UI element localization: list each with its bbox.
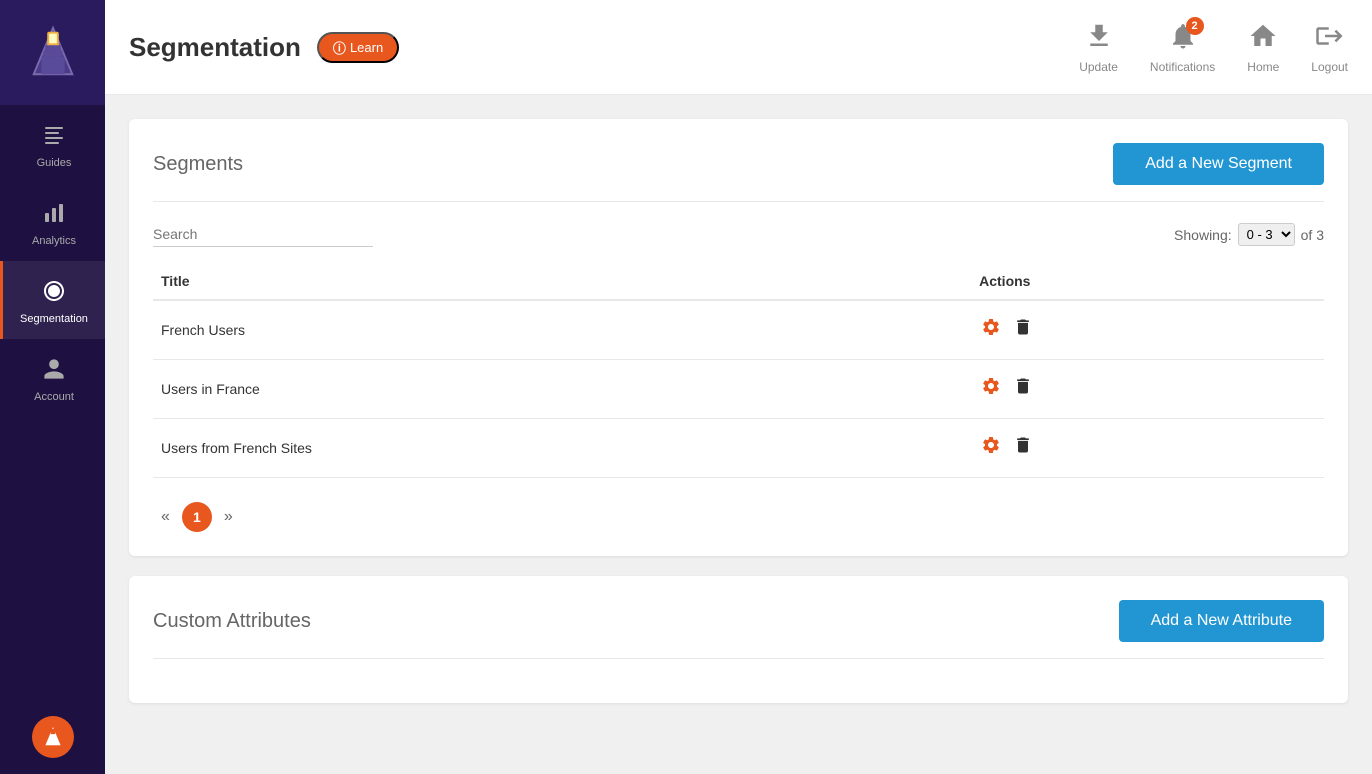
sidebar-item-analytics-label: Analytics — [32, 235, 76, 247]
gear-button[interactable] — [979, 315, 1003, 345]
logout-action[interactable]: Logout — [1311, 21, 1348, 74]
pagination-next[interactable]: » — [216, 504, 241, 530]
segmentation-icon — [42, 279, 66, 309]
sidebar-item-account[interactable]: Account — [0, 339, 105, 417]
sidebar-item-segmentation[interactable]: Segmentation — [0, 261, 105, 339]
home-label: Home — [1247, 60, 1279, 74]
table-row: French Users — [153, 300, 1324, 360]
attributes-card-header: Custom Attributes Add a New Attribute — [153, 600, 1324, 659]
attributes-card: Custom Attributes Add a New Attribute — [129, 576, 1348, 703]
sidebar-item-segmentation-label: Segmentation — [20, 313, 88, 325]
gear-button[interactable] — [979, 374, 1003, 404]
add-new-segment-button[interactable]: Add a New Segment — [1113, 143, 1324, 185]
learn-label: Learn — [350, 40, 383, 55]
learn-button[interactable]: ⓘ Learn — [317, 32, 399, 63]
sidebar-bottom — [32, 716, 74, 774]
segment-title: French Users — [153, 300, 971, 360]
sidebar-item-account-label: Account — [34, 391, 74, 403]
header-actions: Update 2 Notifications Home — [1079, 21, 1348, 74]
pagination-prev[interactable]: « — [153, 504, 178, 530]
content-area: Segments Add a New Segment Showing: 0 - … — [105, 95, 1372, 774]
showing-text: Showing: 0 - 3 of 3 — [1174, 223, 1324, 246]
segment-actions — [971, 360, 1324, 419]
sidebar-item-guides-label: Guides — [37, 157, 72, 169]
table-row: Users in France — [153, 360, 1324, 419]
sidebar-logo — [0, 0, 105, 105]
showing-label: Showing: — [1174, 227, 1232, 243]
logout-label: Logout — [1311, 60, 1348, 74]
sidebar-item-guides[interactable]: Guides — [0, 105, 105, 183]
page-title: Segmentation — [129, 32, 301, 63]
pagination: « 1 » — [153, 494, 1324, 532]
sidebar-item-analytics[interactable]: Analytics — [0, 183, 105, 261]
bell-icon: 2 — [1168, 21, 1198, 58]
home-icon — [1248, 21, 1278, 58]
segments-card-header: Segments Add a New Segment — [153, 143, 1324, 202]
of-label: of 3 — [1301, 227, 1324, 243]
account-icon — [42, 357, 66, 387]
main-area: Segmentation ⓘ Learn Update 2 Notificati… — [105, 0, 1372, 774]
table-controls: Showing: 0 - 3 of 3 — [153, 222, 1324, 247]
notification-badge: 2 — [1186, 17, 1204, 35]
add-new-attribute-button[interactable]: Add a New Attribute — [1119, 600, 1324, 642]
segment-title: Users from French Sites — [153, 419, 971, 478]
notifications-label: Notifications — [1150, 60, 1215, 74]
gear-button[interactable] — [979, 433, 1003, 463]
notifications-action[interactable]: 2 Notifications — [1150, 21, 1215, 74]
upload-icon — [1084, 21, 1114, 58]
segments-table: Title Actions French Users — [153, 263, 1324, 478]
col-actions: Actions — [971, 263, 1324, 300]
col-title: Title — [153, 263, 971, 300]
attributes-title: Custom Attributes — [153, 610, 311, 633]
segment-title: Users in France — [153, 360, 971, 419]
showing-select[interactable]: 0 - 3 — [1238, 223, 1295, 246]
analytics-icon — [42, 201, 66, 231]
logout-icon — [1315, 21, 1345, 58]
logo-icon — [24, 24, 82, 82]
update-label: Update — [1079, 60, 1118, 74]
segment-actions — [971, 419, 1324, 478]
header: Segmentation ⓘ Learn Update 2 Notificati… — [105, 0, 1372, 95]
table-row: Users from French Sites — [153, 419, 1324, 478]
segments-card: Segments Add a New Segment Showing: 0 - … — [129, 119, 1348, 556]
guides-icon — [42, 123, 66, 153]
search-input[interactable] — [153, 222, 373, 247]
home-action[interactable]: Home — [1247, 21, 1279, 74]
info-icon: ⓘ — [333, 38, 346, 57]
pagination-current[interactable]: 1 — [182, 502, 212, 532]
delete-button[interactable] — [1011, 433, 1035, 463]
segments-title: Segments — [153, 153, 243, 176]
delete-button[interactable] — [1011, 374, 1035, 404]
sidebar-bottom-icon — [32, 716, 74, 758]
update-action[interactable]: Update — [1079, 21, 1118, 74]
delete-button[interactable] — [1011, 315, 1035, 345]
segment-actions — [971, 300, 1324, 360]
sidebar: Guides Analytics Segmentation Account — [0, 0, 105, 774]
